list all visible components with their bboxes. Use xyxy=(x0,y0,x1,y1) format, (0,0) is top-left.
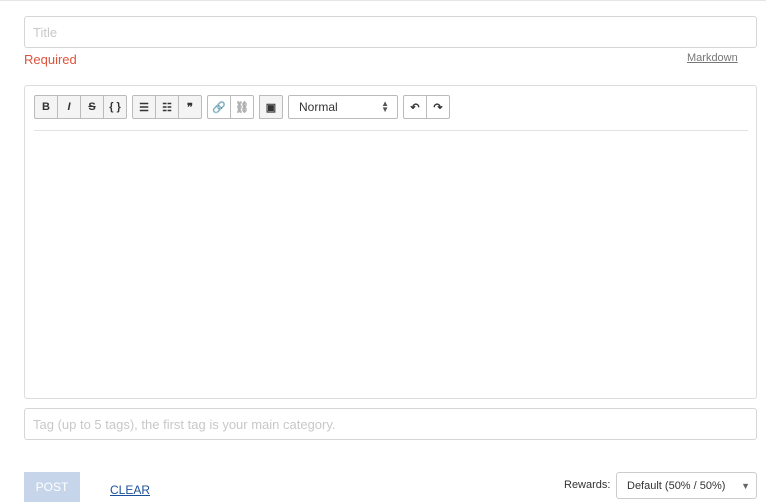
title-required-error: Required xyxy=(24,52,77,67)
redo-icon: ↷ xyxy=(433,101,443,114)
caret-down-icon: ▼ xyxy=(741,480,750,491)
strikethrough-button[interactable]: S xyxy=(80,95,104,119)
tags-input[interactable] xyxy=(24,408,757,440)
unlink-icon: ⛓ xyxy=(235,101,249,114)
toolbar-group: ☰ ☷ ❞ xyxy=(132,95,202,119)
editor-content[interactable] xyxy=(34,136,748,390)
top-divider xyxy=(0,0,766,1)
bullet-list-icon: ☰ xyxy=(139,101,149,114)
image-button[interactable]: ▣ xyxy=(259,95,283,119)
toolbar-group: ▣ xyxy=(259,95,283,119)
bullet-list-button[interactable]: ☰ xyxy=(132,95,156,119)
unlink-button[interactable]: ⛓ xyxy=(230,95,254,119)
rich-text-editor: B I S{ } ☰ ☷ ❞ 🔗 ⛓ ▣ Normal ▲ ▼ ↶ ↷ xyxy=(24,85,757,399)
code-button[interactable]: { } xyxy=(103,95,127,119)
title-input[interactable] xyxy=(24,16,757,48)
strikethrough-icon: S xyxy=(88,101,96,113)
italic-button[interactable]: I xyxy=(57,95,81,119)
toolbar-group: 🔗 ⛓ xyxy=(207,95,254,119)
markdown-link[interactable]: Markdown xyxy=(687,52,738,64)
blockquote-icon: ❞ xyxy=(187,101,193,114)
bold-icon: B xyxy=(42,101,50,113)
blockquote-button[interactable]: ❞ xyxy=(178,95,202,119)
toolbar-group: B I S { } xyxy=(34,95,127,119)
editor-toolbar: B I S{ } ☰ ☷ ❞ 🔗 ⛓ ▣ Normal ▲ ▼ ↶ ↷ xyxy=(34,95,450,119)
ordered-list-icon: ☷ xyxy=(162,101,172,114)
rewards-select-value: Default (50% / 50%) xyxy=(627,479,726,492)
link-button[interactable]: 🔗 xyxy=(207,95,231,119)
undo-icon: ↶ xyxy=(410,101,420,114)
format-select-value: Normal xyxy=(299,100,338,114)
link-icon: 🔗 xyxy=(212,101,226,114)
italic-icon: I xyxy=(67,101,71,113)
toolbar-divider xyxy=(34,130,748,131)
clear-link[interactable]: CLEAR xyxy=(110,483,150,497)
ordered-list-button[interactable]: ☷ xyxy=(155,95,179,119)
up-down-arrows-icon: ▲ ▼ xyxy=(381,99,389,114)
rewards-label: Rewards: xyxy=(564,479,611,491)
code-icon: { } xyxy=(109,101,121,113)
rewards-select[interactable]: Default (50% / 50%) ▼ xyxy=(616,472,757,499)
image-icon: ▣ xyxy=(265,101,277,114)
bold-button[interactable]: B xyxy=(34,95,58,119)
post-button[interactable]: POST xyxy=(24,472,80,502)
toolbar-group: ↶ ↷ xyxy=(403,95,450,119)
redo-button[interactable]: ↷ xyxy=(426,95,450,119)
undo-button[interactable]: ↶ xyxy=(403,95,427,119)
format-select[interactable]: Normal ▲ ▼ xyxy=(288,95,398,119)
